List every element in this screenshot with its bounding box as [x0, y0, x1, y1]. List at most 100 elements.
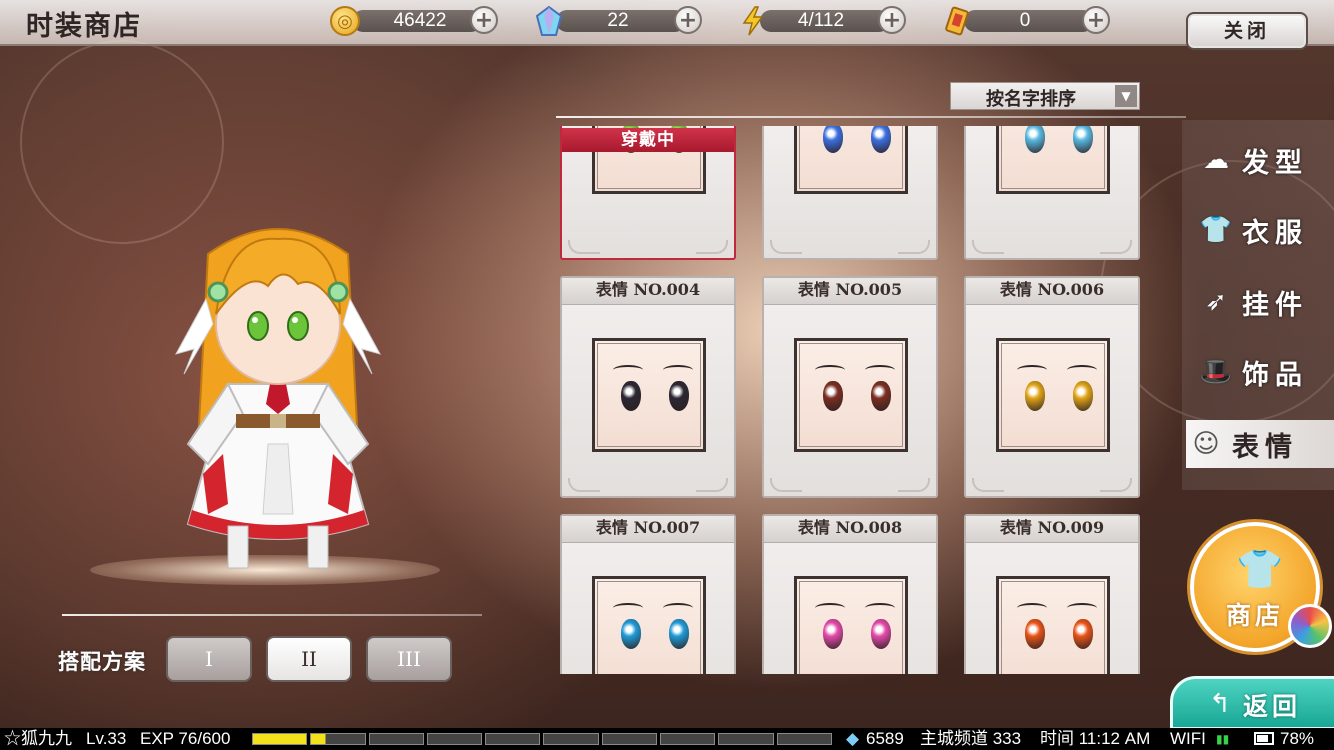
- eye: [871, 619, 891, 649]
- exp-segment: [601, 733, 658, 745]
- hat-icon: 🎩: [1199, 357, 1233, 387]
- exp-segment: [660, 733, 716, 745]
- expression-card-title: 表情 NO.009: [966, 516, 1138, 543]
- crystal-count-icon: ◆: [846, 729, 860, 748]
- expression-face-preview: [794, 126, 908, 194]
- eye: [1025, 381, 1045, 411]
- chevron-down-icon: ▼: [1115, 85, 1137, 107]
- gold-coin-icon: ◎: [330, 6, 360, 36]
- eyebrow: [613, 365, 643, 375]
- exp-segment: [310, 733, 366, 745]
- add-gold-button[interactable]: +: [470, 6, 498, 34]
- category-tab[interactable]: ☁ 发型: [1196, 136, 1334, 184]
- grid-divider: [556, 116, 1186, 118]
- expression-face-preview: [794, 338, 908, 452]
- eye: [1073, 381, 1093, 411]
- eye: [1025, 619, 1045, 649]
- ticket-value: 0: [1019, 10, 1031, 31]
- hair-icon: ☁: [1203, 145, 1229, 175]
- status-bar: ☆狐九九 Lv.33 EXP 76/600 ◆ 6589 主城频道 333 时间…: [0, 728, 1334, 750]
- expression-card-title: 表情 NO.006: [966, 278, 1138, 305]
- expression-card-title: 表情 NO.007: [562, 516, 734, 543]
- category-label: 衣服: [1242, 217, 1308, 249]
- eyebrow: [865, 603, 895, 613]
- expression-card[interactable]: 表情 NO.005: [762, 276, 938, 498]
- sort-dropdown[interactable]: 按名字排序 ▼: [950, 82, 1140, 110]
- card-ornament: [1100, 240, 1132, 254]
- signal-icon: ▮▮: [1216, 732, 1230, 746]
- stamina-resource: 4/112 +: [738, 6, 908, 36]
- outfit-plan-label: 搭配方案: [58, 649, 146, 674]
- eyebrow: [865, 365, 895, 375]
- return-arrow-icon: ↰: [1209, 689, 1231, 719]
- character-preview[interactable]: [168, 214, 388, 574]
- expression-card-title: 表情 NO.005: [764, 278, 936, 305]
- category-tab[interactable]: ☺ 表情: [1186, 420, 1334, 468]
- exp-segment: [718, 733, 774, 745]
- crystal-icon: [534, 6, 564, 36]
- eye: [1073, 619, 1093, 649]
- gold-resource: ◎ 46422 +: [330, 6, 500, 36]
- add-crystal-button[interactable]: +: [674, 6, 702, 34]
- eye: [871, 126, 891, 153]
- eye: [669, 381, 689, 411]
- add-ticket-button[interactable]: +: [1082, 6, 1110, 34]
- plan-button-1[interactable]: I: [166, 636, 252, 682]
- card-ornament: [898, 478, 930, 492]
- crystal-resource: 22 +: [534, 6, 704, 36]
- category-tab[interactable]: ➶ 挂件: [1196, 278, 1334, 326]
- player-name: ☆狐九九: [4, 729, 72, 748]
- eye: [669, 619, 689, 649]
- stamina-value: 4/112: [797, 10, 845, 31]
- eyebrow: [1017, 365, 1047, 375]
- eyebrow: [815, 365, 845, 375]
- eyebrow: [1067, 365, 1097, 375]
- player-exp: EXP 76/600: [140, 729, 231, 748]
- expression-card-title: 表情 NO.004: [562, 278, 734, 305]
- card-ornament: [568, 240, 600, 254]
- category-label: 表情: [1232, 431, 1298, 463]
- expression-card[interactable]: [964, 126, 1140, 260]
- card-ornament: [568, 478, 600, 492]
- expression-card[interactable]: 穿戴中: [560, 126, 736, 260]
- eye: [871, 381, 891, 411]
- expression-card[interactable]: 表情 NO.007: [560, 514, 736, 674]
- eyebrow: [815, 603, 845, 613]
- eyebrow: [1017, 603, 1047, 613]
- eye: [1025, 126, 1045, 153]
- card-ornament: [770, 240, 802, 254]
- eyebrow: [663, 365, 693, 375]
- expression-face-preview: [996, 576, 1110, 674]
- expression-face-preview: [592, 576, 706, 674]
- expression-card[interactable]: 表情 NO.004: [560, 276, 736, 498]
- clock-time: 时间 11:12 AM: [1040, 729, 1151, 748]
- card-ornament: [972, 478, 1004, 492]
- card-ornament: [972, 240, 1004, 254]
- floating-swirl-icon[interactable]: [1288, 604, 1332, 648]
- ticket-icon: [942, 6, 972, 36]
- expression-card[interactable]: 表情 NO.006: [964, 276, 1140, 498]
- wing-icon: ➶: [1205, 287, 1227, 317]
- back-button-label: 返回: [1243, 692, 1302, 721]
- category-tab[interactable]: 🎩 饰品: [1196, 348, 1334, 396]
- card-ornament: [696, 478, 728, 492]
- page-title: 时装商店: [26, 11, 142, 42]
- close-button[interactable]: 关闭: [1186, 12, 1308, 50]
- expression-grid[interactable]: 穿戴中表情 NO.004 表情 NO.005 表情 NO.006 表情 NO.007 表…: [556, 126, 1144, 674]
- exp-segment: [368, 733, 424, 745]
- exp-segment: [426, 733, 483, 745]
- eye: [823, 126, 843, 153]
- card-ornament: [696, 240, 728, 254]
- eyebrow: [663, 603, 693, 613]
- expression-card[interactable]: 表情 NO.008: [762, 514, 938, 674]
- plan-button-2[interactable]: II: [266, 636, 352, 682]
- category-tab[interactable]: 👕 衣服: [1196, 206, 1334, 254]
- add-stamina-button[interactable]: +: [878, 6, 906, 34]
- back-button[interactable]: ↰ 返回: [1170, 676, 1334, 730]
- plan-button-3[interactable]: III: [366, 636, 452, 682]
- expression-card[interactable]: [762, 126, 938, 260]
- expression-card[interactable]: 表情 NO.009: [964, 514, 1140, 674]
- exp-segment: [485, 733, 541, 745]
- eye: [621, 381, 641, 411]
- face-icon: ☺: [1192, 429, 1220, 459]
